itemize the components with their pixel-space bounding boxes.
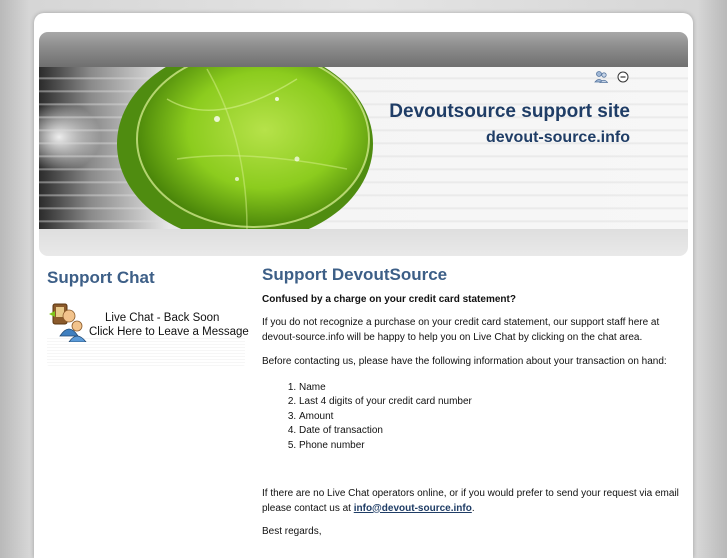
- main-content: Support DevoutSource Confused by a charg…: [262, 265, 687, 540]
- banner-icons: [594, 69, 630, 83]
- minus-circle-icon[interactable]: [616, 69, 630, 83]
- info-list: Name Last 4 digits of your credit card n…: [262, 381, 687, 454]
- chat-operators-icon: [49, 303, 87, 342]
- nav-bar: [39, 229, 688, 256]
- list-item: Phone number: [299, 439, 687, 454]
- lime-image: [117, 67, 373, 229]
- header-banner: Devoutsource support site devout-source.…: [39, 67, 688, 229]
- site-title: Devoutsource support site: [389, 101, 630, 122]
- closing-text: Best regards,: [262, 526, 322, 537]
- main-heading: Support DevoutSource: [262, 265, 448, 284]
- lead-question: Confused by a charge on your credit card…: [262, 293, 516, 305]
- list-item: Amount: [299, 410, 687, 425]
- list-item: Name: [299, 381, 687, 396]
- people-icon[interactable]: [594, 69, 609, 83]
- contact-text-end: .: [471, 502, 475, 514]
- sidebar: Support Chat Live Chat - Back Soon Click…: [47, 268, 249, 366]
- site-domain: devout-source.info: [485, 129, 630, 146]
- list-item: Last 4 digits of your credit card number: [299, 395, 687, 410]
- chat-button-line1: Live Chat - Back Soon: [105, 312, 220, 324]
- email-link[interactable]: info@devout-source.info: [354, 503, 472, 514]
- intro-paragraph: If you do not recognize a purchase on yo…: [262, 317, 660, 343]
- list-item: Date of transaction: [299, 424, 687, 439]
- contact-paragraph: If there are no Live Chat operators onli…: [262, 487, 687, 516]
- sidebar-heading: Support Chat: [47, 268, 155, 287]
- live-chat-button[interactable]: Live Chat - Back Soon Click Here to Leav…: [47, 300, 249, 366]
- info-paragraph: Before contacting us, please have the fo…: [262, 356, 667, 367]
- top-bar: [39, 32, 688, 67]
- chat-button-line2: Click Here to Leave a Message: [89, 326, 249, 338]
